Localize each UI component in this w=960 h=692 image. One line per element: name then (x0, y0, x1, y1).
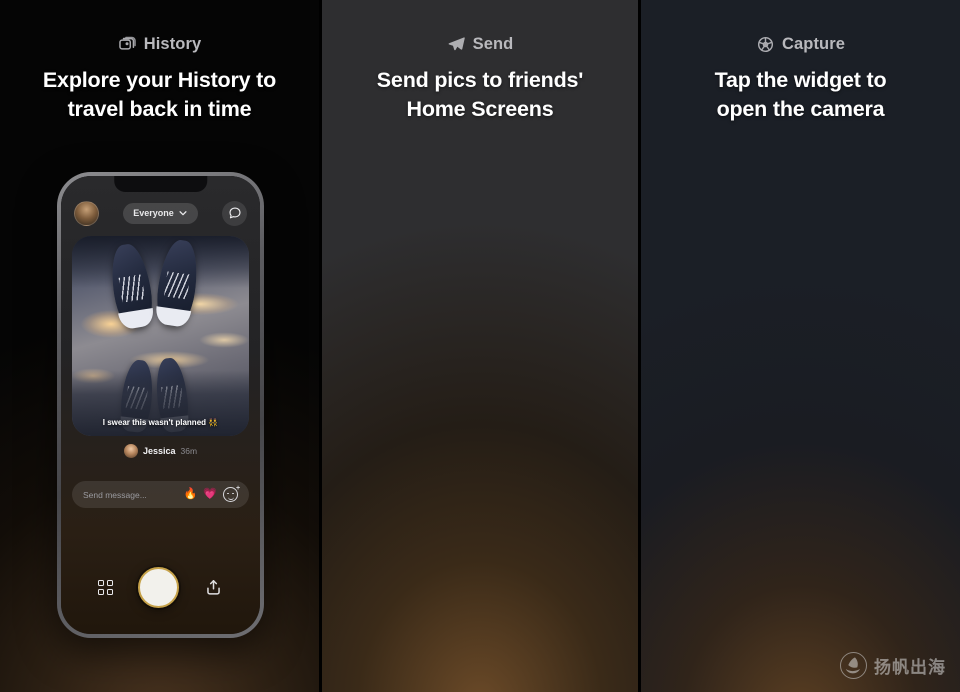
photo-caption: I swear this wasn't planned 👯 (102, 418, 219, 427)
phone-screen-history: Everyone I swear this wasn't planned 👯 J… (61, 176, 260, 634)
phone-notch (113, 176, 208, 192)
headline-line-1: Explore your History to (42, 68, 277, 92)
chat-button[interactable] (222, 200, 247, 226)
audience-selector[interactable]: Everyone (123, 202, 198, 224)
caption-row-capture: Capture (641, 33, 960, 55)
emoji-plus-icon[interactable]: + (223, 485, 240, 502)
sender-name: Jessica (142, 446, 176, 456)
chevron-down-icon (179, 211, 187, 216)
fire-emoji-button[interactable]: 🔥 (184, 489, 198, 500)
photo-artwork-feet (72, 236, 249, 436)
headline-history: Explore your History to travel back in t… (0, 66, 319, 124)
avatar[interactable] (74, 200, 99, 226)
sender-row: Jessica 36m (61, 444, 260, 458)
headline-line-1: Send pics to friends' (376, 68, 584, 92)
heart-emoji-button[interactable]: 💗 (203, 489, 217, 500)
locket-history-app: Everyone I swear this wasn't planned 👯 J… (61, 176, 260, 634)
sender-avatar (123, 444, 138, 458)
message-input-placeholder[interactable]: Send message... (83, 490, 178, 500)
photo-stack-icon (118, 35, 137, 54)
caption-text-capture: Capture (781, 34, 846, 53)
phone-mockup-history: Everyone I swear this wasn't planned 👯 J… (57, 172, 264, 638)
paper-plane-icon (447, 35, 466, 54)
headline-capture: Tap the widget to open the camera (641, 66, 960, 124)
headline-line-2: travel back in time (67, 97, 252, 122)
sailboat-logo-icon (840, 652, 867, 679)
watermark-text: 扬帆出海 (874, 658, 946, 678)
message-bar[interactable]: Send message... 🔥 💗 + (72, 481, 249, 508)
chat-bubble-icon (228, 207, 241, 219)
shutter-button[interactable] (137, 567, 179, 608)
aperture-icon (756, 35, 775, 54)
grid-icon[interactable] (97, 580, 113, 595)
app-top-bar: Everyone (61, 200, 260, 226)
headline-line-2: open the camera (716, 97, 885, 122)
caption-text-send: Send (472, 34, 514, 53)
watermark: 扬帆出海 (840, 652, 946, 679)
headline-line-1: Tap the widget to (714, 68, 887, 92)
history-photo-card[interactable]: I swear this wasn't planned 👯 (72, 236, 249, 436)
bottom-controls (61, 567, 260, 608)
caption-row-history: History (0, 33, 319, 55)
panel-history: History Explore your History to travel b… (0, 0, 319, 692)
headline-line-2: Home Screens (406, 97, 554, 122)
panel-capture: Capture Tap the widget to open the camer… (641, 0, 960, 692)
audience-label: Everyone (133, 208, 174, 218)
caption-row-send: Send (322, 33, 638, 55)
app-store-screenshot-gallery: History Explore your History to travel b… (0, 0, 960, 692)
caption-text-history: History (143, 34, 202, 53)
sender-timestamp: 36m (180, 446, 198, 456)
panel-send: Send Send pics to friends' Home Screens (322, 0, 638, 692)
share-icon[interactable] (204, 578, 223, 597)
headline-send: Send pics to friends' Home Screens (322, 66, 638, 124)
